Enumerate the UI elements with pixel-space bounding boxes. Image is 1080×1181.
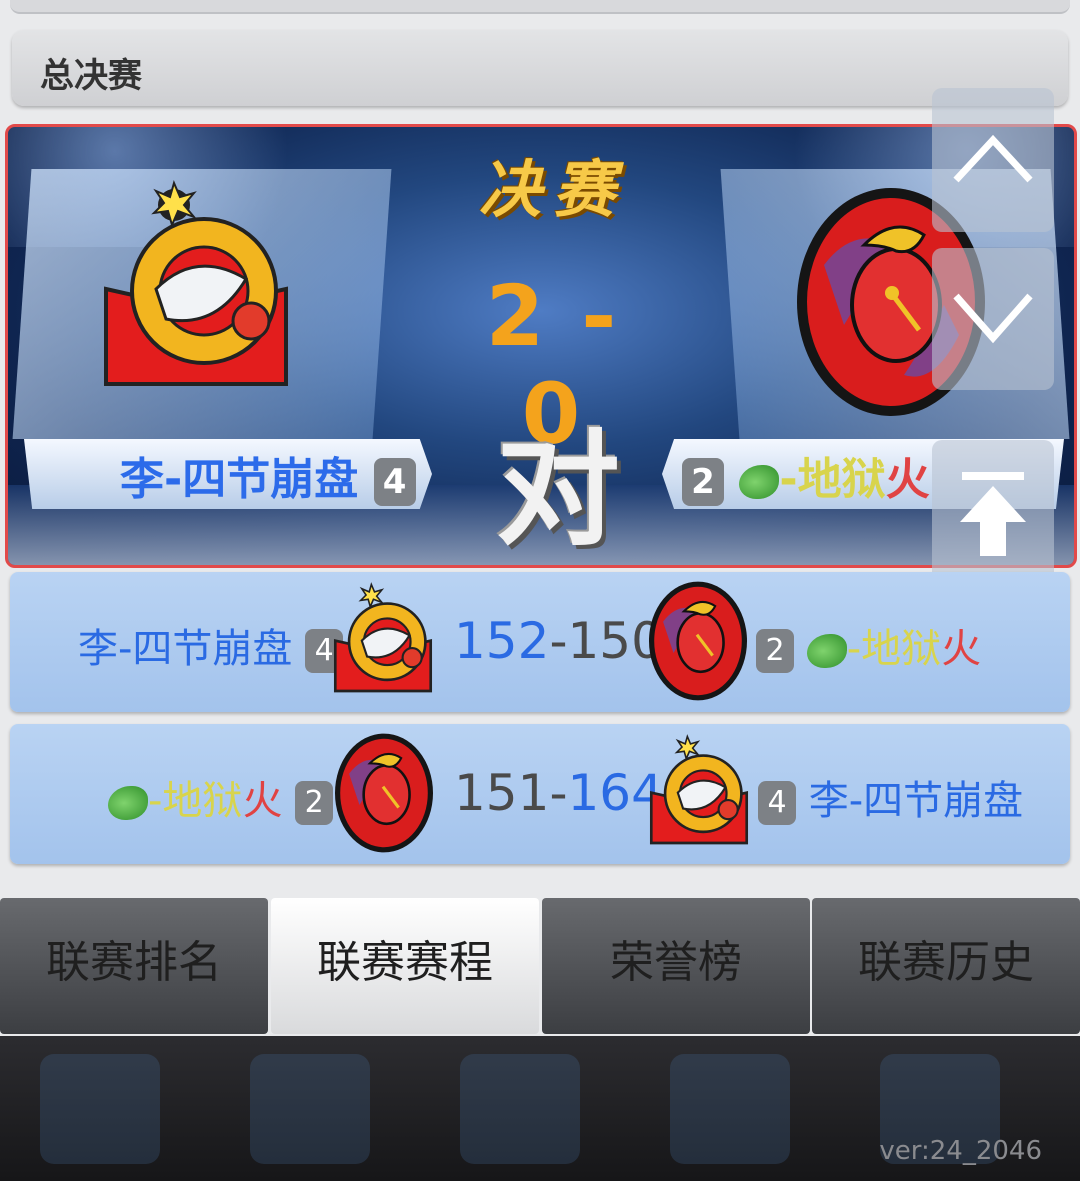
away-team-name-part2: 火 xyxy=(885,454,930,505)
home-team-name-text: 李-四节崩盘 xyxy=(120,454,359,505)
section-header: 总决赛 xyxy=(12,30,1068,106)
away-team-name-part1: -地狱 xyxy=(779,454,886,505)
final-match-card[interactable]: 决赛 2 - 0 对 李-四节崩盘 4 2 -地狱火 xyxy=(5,124,1077,568)
bottom-nav-item xyxy=(40,1054,160,1164)
game1-right-team-part1: -地狱 xyxy=(846,626,942,672)
game2-left-team: -地狱火 2 xyxy=(108,768,334,826)
scroll-top-button[interactable] xyxy=(932,440,1054,582)
tab-league-ranking[interactable]: 联赛排名 xyxy=(0,898,268,1034)
knight-team-logo xyxy=(334,733,434,853)
shark-team-logo xyxy=(104,180,288,386)
game1-left-team: 李-四节崩盘 4 xyxy=(78,616,344,674)
lettuce-icon xyxy=(108,786,148,820)
knight-team-logo xyxy=(648,581,748,701)
game1-score-sep: - xyxy=(549,612,568,670)
game-row-1[interactable]: 李-四节崩盘 4 152-150 2 -地狱火 xyxy=(10,572,1070,712)
section-title: 总决赛 xyxy=(40,56,142,96)
bottom-nav-item xyxy=(670,1054,790,1164)
game1-right-seed: 2 xyxy=(756,629,794,673)
home-seed-badge: 4 xyxy=(373,458,416,506)
tab-honor-roll[interactable]: 荣誉榜 xyxy=(542,898,810,1034)
away-seed-badge: 2 xyxy=(682,458,724,506)
tab-bar: 联赛排名 联赛赛程 荣誉榜 联赛历史 xyxy=(0,898,1080,1036)
shark-team-logo xyxy=(333,582,433,693)
tab-league-schedule[interactable]: 联赛赛程 xyxy=(271,898,539,1034)
tab-league-history[interactable]: 联赛历史 xyxy=(812,898,1080,1034)
game2-score-sep: - xyxy=(549,764,568,822)
game2-left-team-part2: 火 xyxy=(242,778,283,824)
lettuce-icon xyxy=(806,634,847,668)
game2-score: 151-164 xyxy=(454,764,663,822)
home-name-bar: 李-四节崩盘 4 xyxy=(24,439,432,509)
game1-left-team-name: 李-四节崩盘 xyxy=(78,626,293,672)
scroll-up-button[interactable] xyxy=(932,88,1054,232)
game2-right-seed: 4 xyxy=(758,781,796,825)
bottom-nav-item xyxy=(460,1054,580,1164)
scroll-down-icon xyxy=(953,293,1033,344)
game2-score-left: 151 xyxy=(454,764,550,822)
scroll-down-button[interactable] xyxy=(932,248,1054,390)
game1-right-team-part2: 火 xyxy=(941,626,982,672)
game2-left-team-part1: -地狱 xyxy=(148,778,243,824)
game2-right-team: 4 李-四节崩盘 xyxy=(758,768,1023,826)
scroll-up-icon xyxy=(953,134,1033,183)
version-label: ver:24_2046 xyxy=(879,1136,1042,1166)
scroll-top-icon xyxy=(960,472,1026,556)
vs-label: 对 xyxy=(495,419,620,563)
lettuce-icon xyxy=(739,465,780,499)
bottom-nav-item xyxy=(250,1054,370,1164)
game1-right-team: 2 -地狱火 xyxy=(756,616,981,674)
game2-left-seed: 2 xyxy=(295,781,334,825)
away-team-name: 2 -地狱火 xyxy=(682,443,930,507)
game2-right-team-name: 李-四节崩盘 xyxy=(808,778,1024,824)
home-team-name: 李-四节崩盘 4 xyxy=(120,443,416,507)
game1-score-left: 152 xyxy=(454,612,550,670)
game-row-2[interactable]: -地狱火 2 151-164 4 李-四节崩盘 xyxy=(10,724,1070,864)
shark-team-logo xyxy=(649,734,749,845)
final-title: 决赛 xyxy=(478,153,627,226)
game1-score: 152-150 xyxy=(454,612,663,670)
previous-card-edge xyxy=(10,0,1070,14)
